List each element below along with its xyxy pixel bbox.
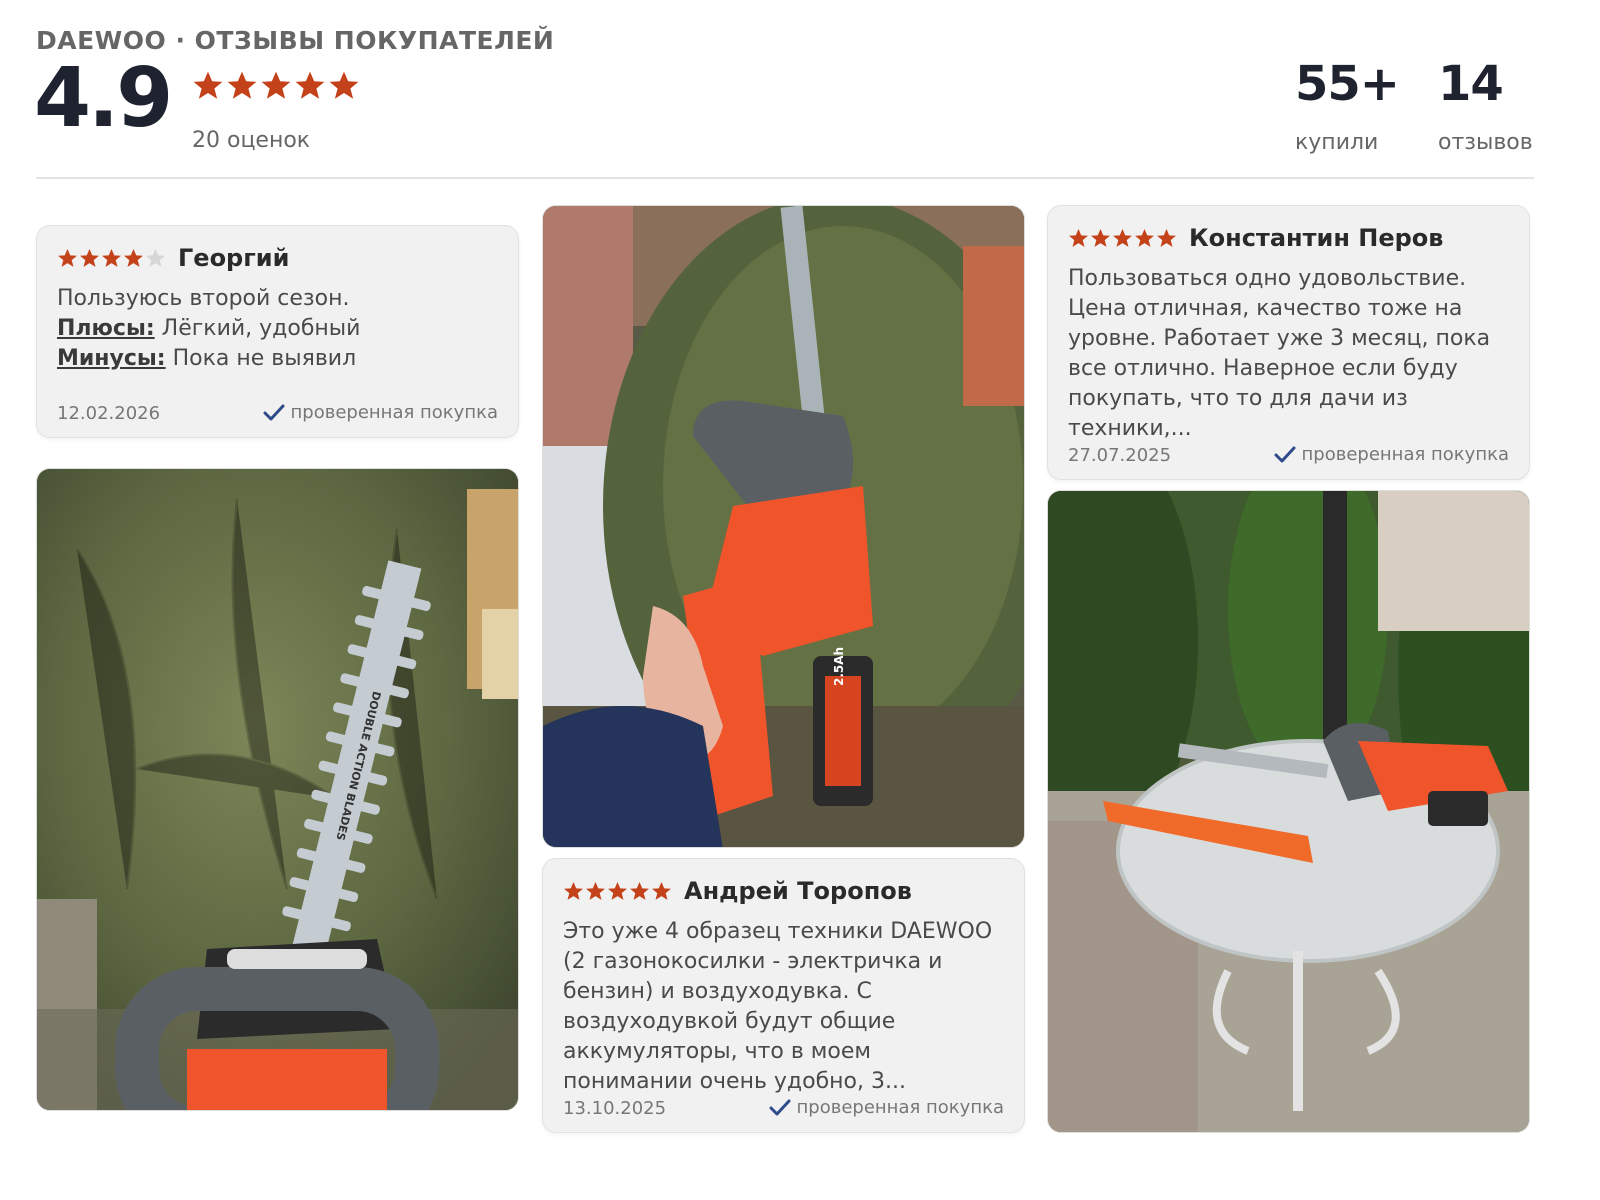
photo-image: DOUBLE ACTION BLADES (37, 469, 518, 1110)
review-text: Это уже 4 образец техники DAEWOO (2 газо… (563, 919, 993, 1094)
star-icon (58, 248, 77, 267)
checkmark-icon (769, 1099, 791, 1115)
stat-bought: 55+ купили (1295, 56, 1400, 155)
star-icon (261, 71, 291, 99)
stat-reviews-value: 14 (1438, 56, 1504, 112)
review-line: Пользуюсь второй сезон. (57, 286, 350, 311)
review-header: Георгий (57, 244, 289, 272)
star-icon (124, 248, 143, 267)
review-date: 27.07.2025 (1068, 445, 1172, 466)
review-photo-blade[interactable]: DOUBLE ACTION BLADES (36, 468, 519, 1111)
review-header: Константин Перов (1068, 224, 1443, 252)
verified-badge: проверенная покупка (263, 402, 498, 423)
rating-stars (192, 70, 360, 102)
review-text: Пользоваться одно удовольствие. Цена отл… (1068, 266, 1491, 441)
star-icon (630, 881, 649, 900)
star-icon (564, 881, 583, 900)
review-stars (563, 881, 672, 902)
review-card-konstantin[interactable]: Константин Перов Пользоваться одно удово… (1047, 205, 1530, 480)
star-icon (102, 248, 121, 267)
stat-reviews: 14 отзывов (1438, 60, 1533, 155)
review-card-andrey[interactable]: Андрей Торопов Это уже 4 образец техники… (542, 858, 1025, 1133)
review-photo-hand[interactable]: 2.5Ah (542, 205, 1025, 848)
star-icon (1091, 228, 1110, 247)
checkmark-icon (1274, 446, 1296, 462)
star-icon (1157, 228, 1176, 247)
star-icon (608, 881, 627, 900)
verified-label: проверенная покупка (1301, 444, 1509, 465)
review-author: Андрей Торопов (684, 877, 912, 905)
star-icon (1135, 228, 1154, 247)
review-stars (57, 248, 166, 269)
review-pros: Плюсы: Лёгкий, удобный (57, 314, 500, 344)
verified-badge: проверенная покупка (769, 1097, 1004, 1118)
star-icon (329, 71, 359, 99)
review-text: Пользуюсь второй сезон. Плюсы: Лёгкий, у… (57, 284, 500, 374)
verified-label: проверенная покупка (796, 1097, 1004, 1118)
review-author: Георгий (178, 244, 290, 272)
review-header: Андрей Торопов (563, 877, 912, 905)
cons-text: Пока не выявил (172, 346, 357, 371)
star-icon (295, 71, 325, 99)
average-rating: 4.9 (34, 51, 173, 146)
ratings-count: 20 оценок (192, 128, 311, 153)
header-divider (36, 177, 1534, 179)
star-icon (652, 881, 671, 900)
star-icon (146, 248, 165, 267)
review-stars (1068, 228, 1177, 249)
review-cons: Минусы: Пока не выявил (57, 344, 500, 374)
star-icon (80, 248, 99, 267)
stat-reviews-label: отзывов (1438, 130, 1533, 155)
cons-label: Минусы: (57, 346, 166, 371)
review-author: Константин Перов (1189, 224, 1444, 252)
verified-label: проверенная покупка (290, 402, 498, 423)
star-icon (1113, 228, 1132, 247)
review-card-georgiy[interactable]: Георгий Пользуюсь второй сезон. Плюсы: Л… (36, 225, 519, 438)
star-icon (586, 881, 605, 900)
pros-text: Лёгкий, удобный (161, 316, 361, 341)
star-icon (1069, 228, 1088, 247)
photo-image (1048, 491, 1529, 1132)
review-photo-table[interactable] (1047, 490, 1530, 1133)
review-date: 12.02.2026 (57, 403, 161, 424)
stat-bought-value: 55+ (1295, 56, 1400, 112)
pros-label: Плюсы: (57, 316, 155, 341)
verified-badge: проверенная покупка (1274, 444, 1509, 465)
battery-label: 2.5Ah (832, 647, 846, 686)
checkmark-icon (263, 404, 285, 420)
review-date: 13.10.2025 (563, 1098, 667, 1119)
star-icon (227, 71, 257, 99)
star-icon (193, 71, 223, 99)
stat-bought-label: купили (1295, 130, 1379, 155)
photo-image: 2.5Ah (543, 206, 1024, 847)
